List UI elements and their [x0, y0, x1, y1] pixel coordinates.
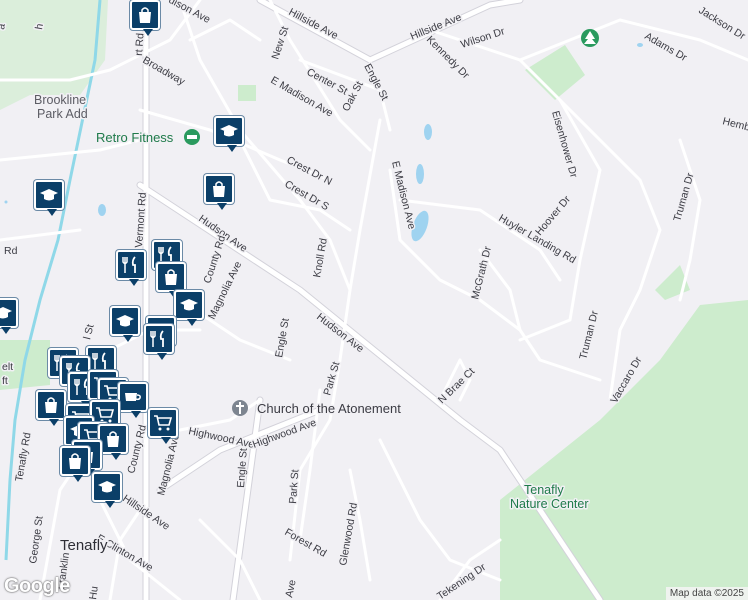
map-marker[interactable] — [36, 390, 66, 426]
street-label-tenafly-rd: Tenafly Rd — [13, 431, 33, 482]
street-label-glenwood-rd: Glenwood Rd — [337, 502, 360, 567]
google-logo[interactable]: Google — [4, 575, 70, 598]
street-label-tekening-dr: Tekening Dr — [435, 561, 489, 600]
street-label-ft: ft — [2, 375, 8, 387]
map-marker[interactable] — [98, 424, 128, 460]
street-label-n-brae-ct: N Brae Ct — [436, 365, 478, 406]
map-attribution[interactable]: Map data ©2025 — [665, 587, 748, 600]
map-marker[interactable] — [0, 298, 18, 334]
street-label-rt-rd: rt Rd — [133, 33, 147, 57]
restaurant-icon — [91, 352, 111, 370]
graduation-cap-icon — [179, 297, 199, 313]
street-label-hu: Hu — [87, 585, 101, 600]
street-label-mcgrath-dr: McGrath Dr — [469, 245, 494, 301]
fitness-poi[interactable] — [184, 129, 200, 145]
pond — [637, 43, 643, 47]
map-marker[interactable] — [148, 408, 178, 444]
map-marker[interactable] — [60, 446, 90, 482]
place-label-park-add: Park Add — [37, 107, 88, 121]
fitness-icon — [187, 135, 197, 139]
shopping-bag-icon — [104, 430, 122, 448]
street-label-park-st: Park St — [321, 360, 342, 396]
map-marker[interactable] — [92, 472, 122, 508]
street-label-engle-st: Engle St — [361, 62, 390, 103]
map-marker[interactable] — [118, 382, 148, 418]
graduation-cap-icon — [0, 305, 13, 321]
map-marker[interactable] — [116, 250, 146, 286]
map-canvas[interactable]: Hillside Ave Hillside Ave Wilson Dr Kenn… — [0, 0, 748, 600]
map-marker[interactable] — [156, 262, 186, 298]
street-label-madison-ave: dison Ave — [167, 0, 213, 26]
park-area — [238, 85, 256, 101]
graduation-cap-icon — [39, 187, 59, 203]
street-label-elt: elt — [2, 361, 13, 373]
restaurant-icon — [149, 330, 169, 348]
street-label-l-st: l St — [81, 323, 96, 341]
pond — [416, 164, 424, 184]
street-label-hoover-dr: Hoover Dr — [533, 193, 573, 238]
map-marker[interactable] — [144, 324, 174, 360]
map-marker[interactable] — [34, 180, 64, 216]
street-label-ave: Ave — [283, 578, 298, 598]
graduation-cap-icon — [115, 313, 135, 329]
street-label-huyler-landing-rd: Huyler Landing Rd — [497, 212, 578, 266]
map-marker[interactable] — [214, 116, 244, 152]
place-label-nature-center: Tenafly — [524, 483, 564, 497]
place-label-brookline: Brookline — [34, 93, 86, 107]
street-label-hillside-ave: Hillside Ave — [287, 6, 341, 42]
map-marker[interactable] — [174, 290, 204, 326]
church-poi[interactable] — [232, 400, 248, 416]
pond — [424, 124, 432, 140]
poi-label-church: Church of the Atonement — [257, 401, 401, 416]
shopping-bag-icon — [66, 452, 84, 470]
poi-label-retro-fitness: Retro Fitness — [96, 130, 174, 145]
street-label-jackson-dr: Jackson Dr — [696, 4, 747, 42]
shopping-cart-icon — [153, 414, 173, 432]
shopping-bag-icon — [42, 396, 60, 414]
street-label-truman-dr: Truman Dr — [577, 309, 601, 361]
shopping-bag-icon — [162, 268, 180, 286]
street-label-engle-st: Engle St — [273, 317, 292, 358]
street-label-george-st: George St — [27, 515, 46, 564]
park-poi[interactable] — [581, 29, 599, 47]
shopping-bag-icon — [210, 180, 228, 198]
street-label-eisenhower-dr: Eisenhower Dr — [549, 110, 580, 180]
street-label-knoll-rd: Knoll Rd — [311, 237, 330, 278]
shopping-bag-icon — [136, 6, 154, 24]
restaurant-icon — [121, 256, 141, 274]
street-label-hemb: Hemb — [721, 115, 748, 133]
coffee-icon — [123, 389, 143, 405]
graduation-cap-icon — [97, 479, 117, 495]
place-label-tenafly: Tenafly — [60, 537, 108, 554]
map-marker[interactable] — [110, 306, 140, 342]
street-label-new-st: New St — [269, 25, 291, 61]
map-marker[interactable] — [130, 0, 160, 36]
street-label-truman-dr: Truman Dr — [671, 171, 696, 223]
place-label-nature-center: Nature Center — [510, 497, 589, 511]
street-label-rd: Rd — [4, 245, 18, 257]
graduation-cap-icon — [219, 123, 239, 139]
pond — [98, 204, 106, 216]
map-marker[interactable] — [204, 174, 234, 210]
street-label-park-st: Park St — [287, 469, 301, 504]
park-area — [500, 300, 748, 600]
